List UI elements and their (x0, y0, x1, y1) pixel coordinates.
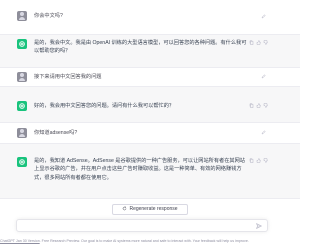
user-message: 你知道adsense吗? (0, 123, 300, 143)
chatgpt-logo-icon (17, 101, 27, 111)
user-avatar-icon (17, 11, 27, 21)
user-message: 接下来请用中文回答我的问题 (0, 68, 300, 86)
thumbs-up-icon[interactable] (256, 103, 261, 108)
refresh-icon (122, 206, 127, 211)
thumbs-down-icon[interactable] (263, 103, 268, 108)
message-text: 是的，我会中文。我是由 OpenAI 训练的大型语言模型，可以回答您的各种问题。… (34, 40, 247, 55)
assistant-message: 是的，我知道 AdSense。AdSense 是谷歌提供的一种广告服务，可以让网… (0, 143, 300, 199)
edit-icon[interactable] (261, 74, 266, 79)
chatgpt-logo-icon (17, 157, 27, 167)
assistant-message: 好的，我会用中文回答您的问题。请问有什么我可以帮忙的？ (0, 86, 300, 123)
regenerate-response-button[interactable]: Regenerate response (112, 204, 188, 215)
edit-icon[interactable] (261, 130, 266, 135)
message-input[interactable] (16, 219, 268, 232)
user-avatar-icon (17, 128, 27, 138)
chat-app: 你会中文吗? 是的，我会中文。我是由 OpenAI 训练的大型语言模型，可以回答… (0, 0, 300, 246)
edit-icon[interactable] (261, 14, 266, 19)
user-message: 你会中文吗? (0, 0, 300, 34)
message-text: 接下来请用中文回答我的问题 (34, 74, 102, 80)
send-icon[interactable] (256, 223, 262, 229)
thumbs-up-icon[interactable] (256, 40, 261, 45)
message-text: 你会中文吗? (34, 13, 63, 19)
regenerate-label: Regenerate response (129, 206, 178, 212)
thumbs-up-icon[interactable] (256, 158, 261, 163)
thumbs-down-icon[interactable] (263, 158, 268, 163)
footer-text: . Free Research Preview. Our goal is to … (39, 239, 249, 243)
copy-icon[interactable] (249, 103, 254, 108)
footer-disclaimer: ChatGPT Jan 30 Version. Free Research Pr… (0, 237, 300, 245)
user-avatar-icon (17, 72, 27, 82)
assistant-message: 是的，我会中文。我是由 OpenAI 训练的大型语言模型，可以回答您的各种问题。… (0, 34, 300, 68)
copy-icon[interactable] (249, 158, 254, 163)
thumbs-down-icon[interactable] (263, 40, 268, 45)
version-link[interactable]: ChatGPT Jan 30 Version (0, 239, 40, 243)
message-text: 是的，我知道 AdSense。AdSense 是谷歌提供的一种广告服务，可以让网… (34, 158, 245, 181)
copy-icon[interactable] (249, 40, 254, 45)
message-text: 你知道adsense吗? (34, 130, 78, 136)
message-text: 好的，我会用中文回答您的问题。请问有什么我可以帮忙的？ (34, 103, 175, 109)
chatgpt-logo-icon (17, 39, 27, 49)
